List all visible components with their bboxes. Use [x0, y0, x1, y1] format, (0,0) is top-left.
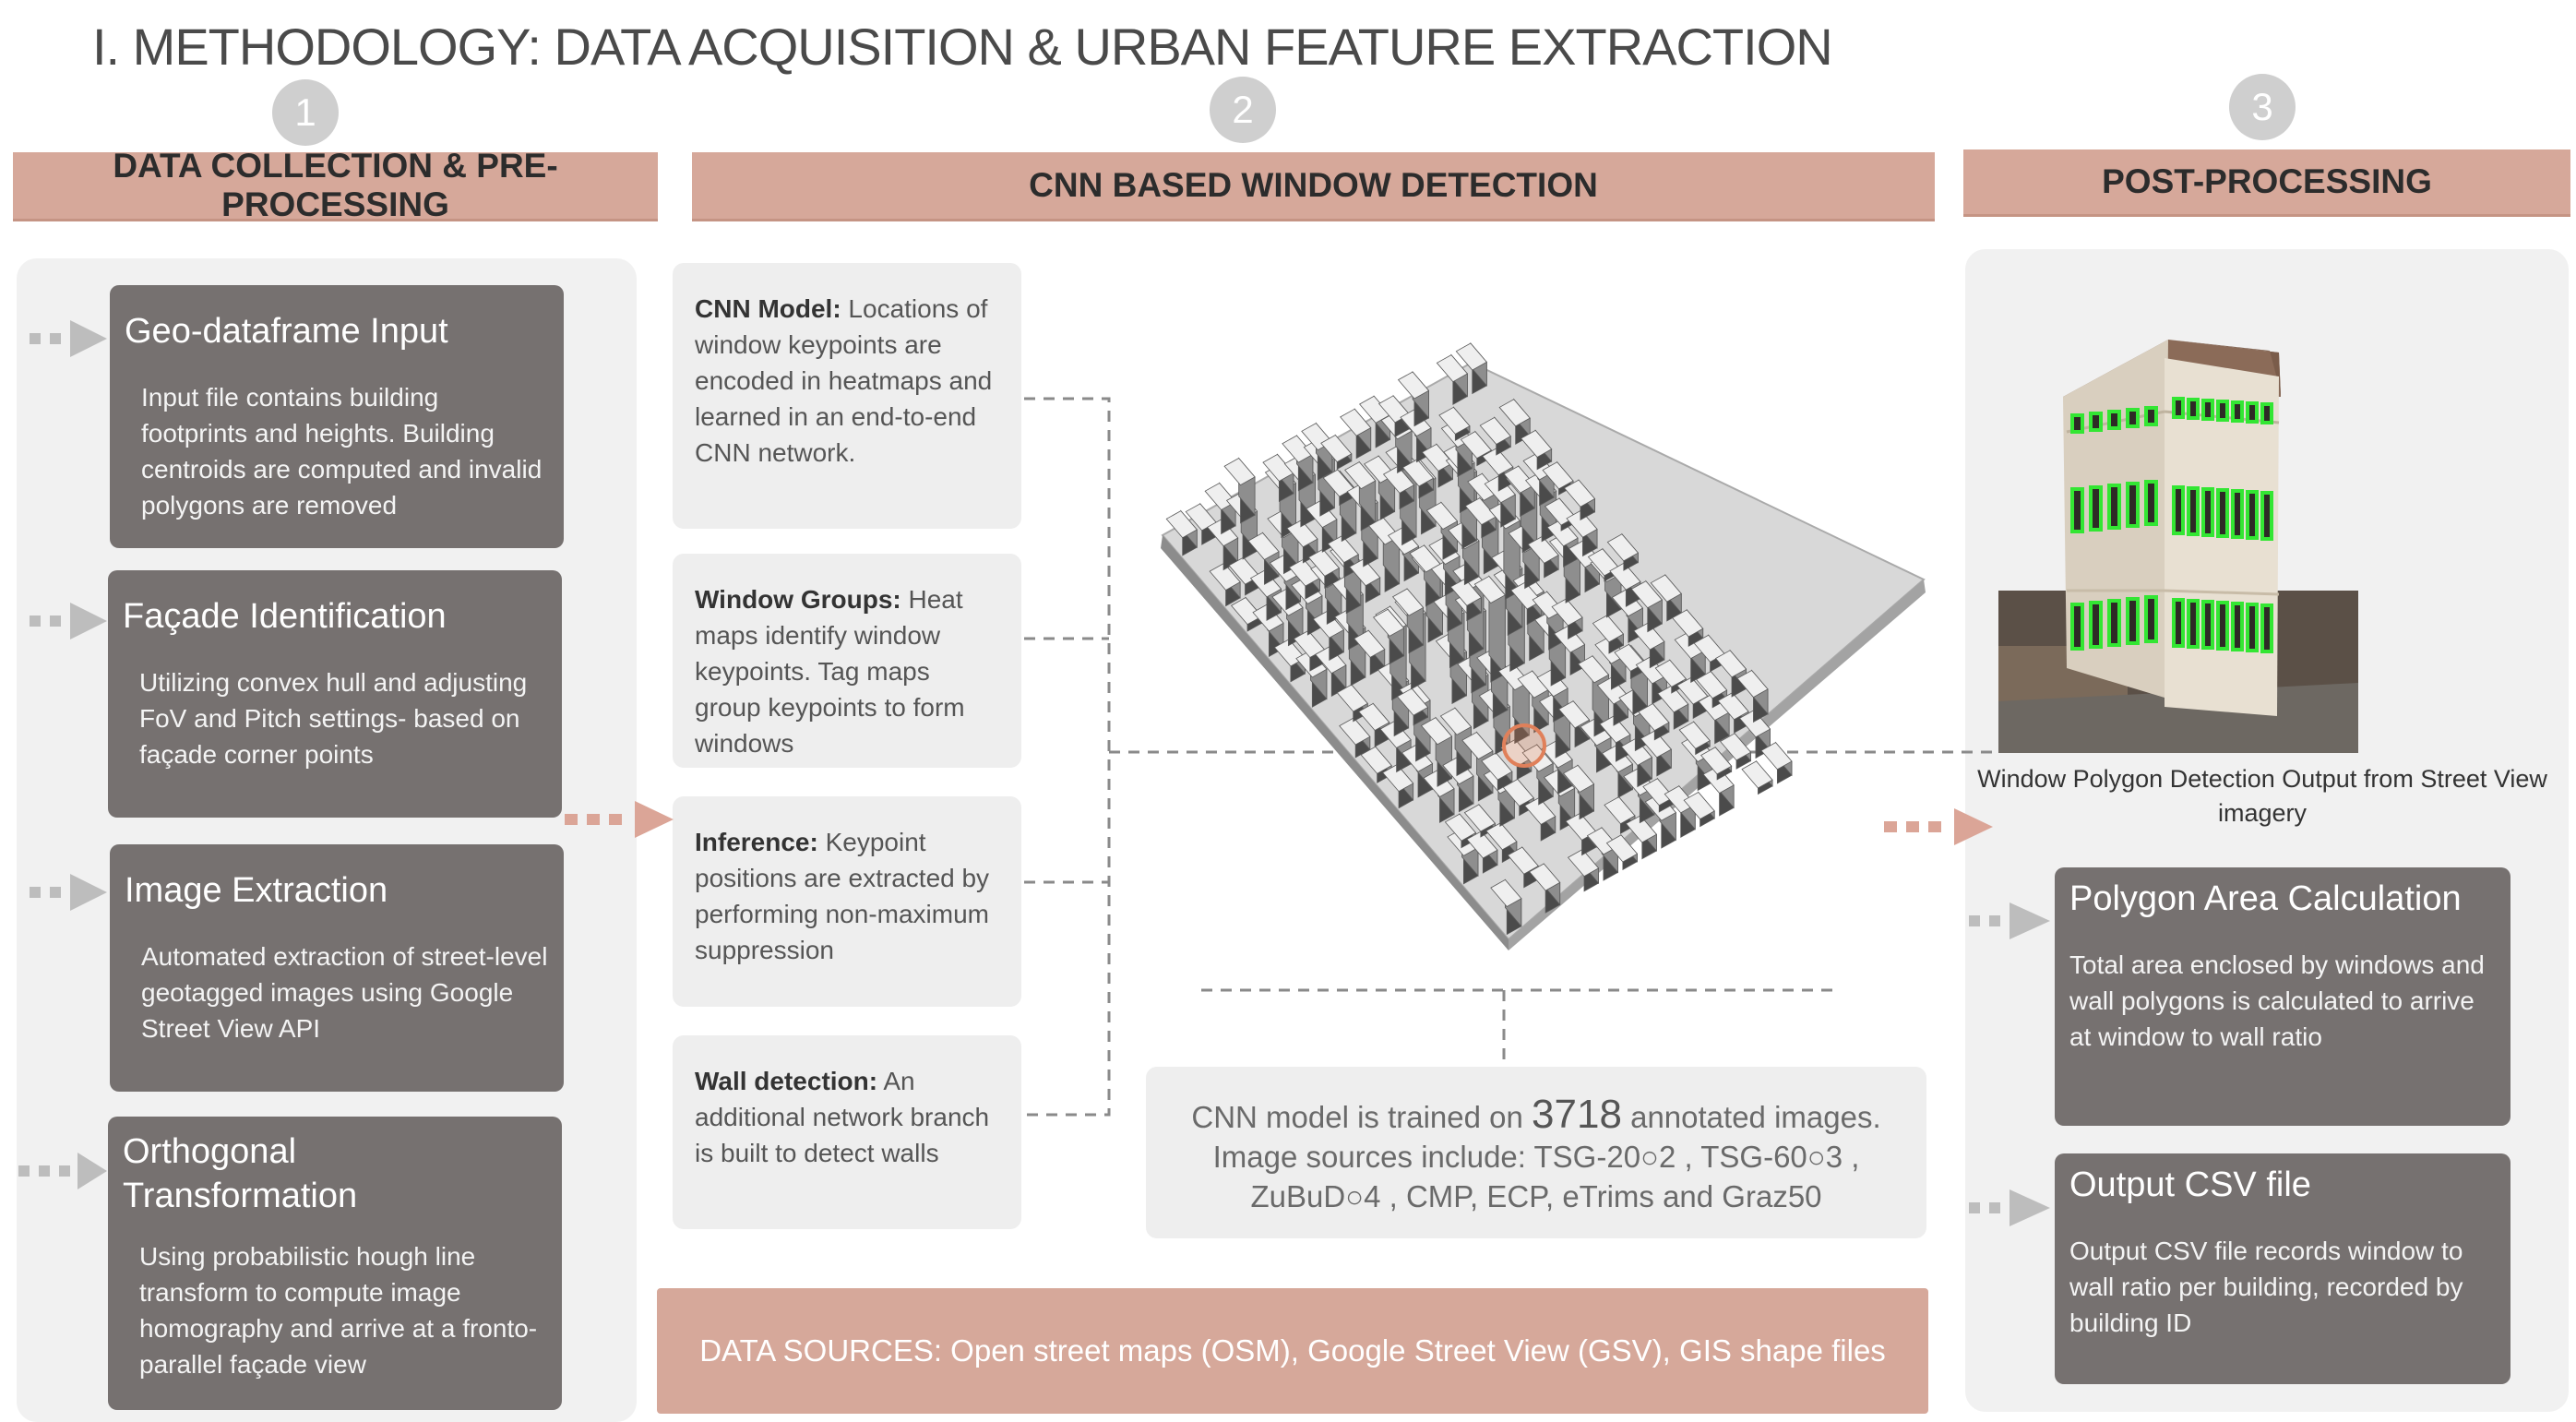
step-arrows — [565, 801, 1993, 845]
arrow-icon — [18, 1153, 107, 1189]
facade-detection-photo — [1998, 340, 2358, 753]
arrow-icon — [30, 874, 107, 911]
arrow-icon — [30, 320, 107, 357]
arrow-icon — [30, 603, 107, 639]
arrow-icon — [1969, 1189, 2050, 1226]
highlight-marker — [1502, 723, 1546, 768]
arrow-icon — [1884, 808, 1993, 845]
city-3d-model — [1161, 341, 1926, 950]
arrow-icon — [565, 801, 674, 838]
diagram-graphics — [18, 320, 2358, 1226]
arrow-icon — [1969, 902, 2050, 939]
